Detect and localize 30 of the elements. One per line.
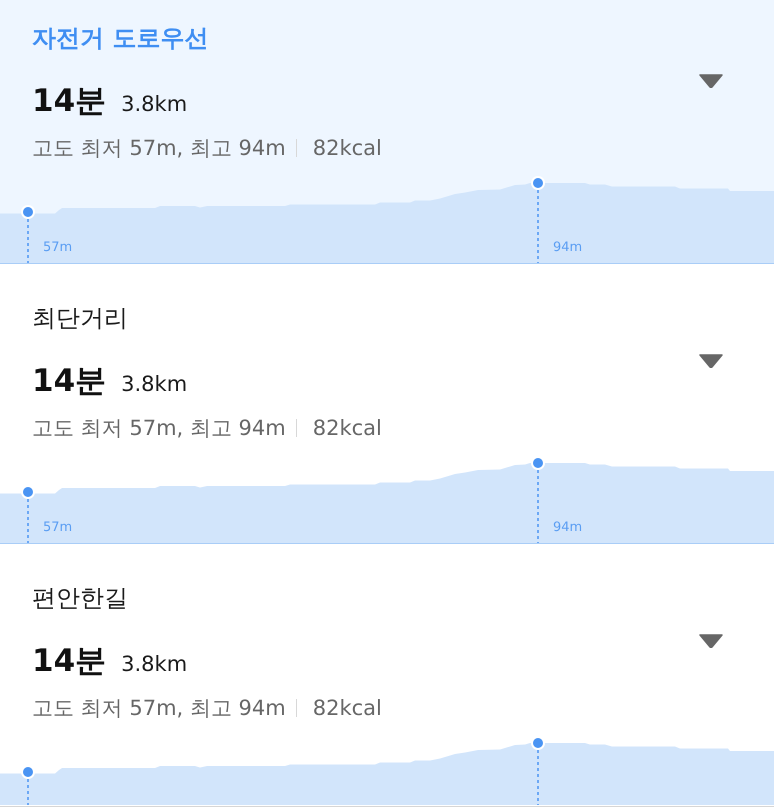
min-elevation-label: 57m	[43, 240, 72, 255]
max-elevation-marker	[531, 736, 545, 805]
route-card[interactable]: 자전거 도로우선 14분 3.8km 고도 최저 57m, 최고 94m 82kcal 57m 94m	[0, 0, 774, 264]
elevation-summary: 고도 최저 57m, 최고 94m	[32, 415, 286, 442]
expand-button[interactable]	[698, 353, 724, 369]
caret-down-icon	[699, 634, 723, 648]
min-elevation-marker	[21, 485, 35, 543]
max-elevation-label: 94m	[553, 240, 582, 255]
distance-text: 3.8km	[121, 651, 188, 678]
duration-text: 14분	[32, 82, 106, 121]
calories-text: 82kcal	[312, 415, 382, 442]
min-elevation-marker	[21, 765, 35, 805]
distance-text: 3.8km	[121, 91, 188, 118]
distance-text: 3.8km	[121, 371, 188, 398]
calories-text: 82kcal	[312, 695, 382, 722]
max-elevation-label: 94m	[553, 520, 582, 535]
caret-down-icon	[699, 354, 723, 368]
expand-button[interactable]	[698, 633, 724, 649]
expand-button[interactable]	[698, 73, 724, 89]
calories-text: 82kcal	[312, 135, 382, 162]
route-title: 최단거리	[32, 303, 128, 334]
route-title: 자전거 도로우선	[32, 23, 208, 54]
caret-down-icon	[699, 74, 723, 88]
duration-text: 14분	[32, 362, 106, 401]
route-title: 편안한길	[32, 583, 128, 614]
elevation-summary: 고도 최저 57m, 최고 94m	[32, 695, 286, 722]
elevation-summary: 고도 최저 57m, 최고 94m	[32, 135, 286, 162]
min-elevation-marker	[21, 205, 35, 263]
duration-text: 14분	[32, 642, 106, 681]
min-elevation-label: 57m	[43, 520, 72, 535]
